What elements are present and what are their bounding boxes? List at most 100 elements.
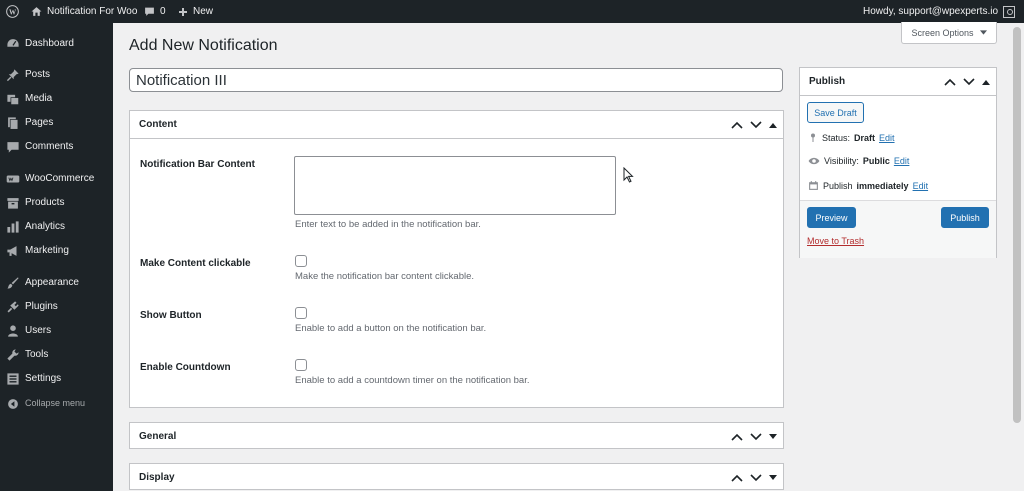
- sidebar-item-label: Marketing: [25, 245, 69, 256]
- scrollbar-thumb[interactable]: [1013, 27, 1021, 423]
- content-metabox-title: Content: [139, 119, 177, 130]
- sidebar-item-woocommerce[interactable]: WooCommerce: [0, 168, 113, 190]
- enable-countdown-description: Enable to add a countdown timer on the n…: [295, 375, 530, 386]
- edit-visibility-link[interactable]: Edit: [894, 156, 910, 166]
- chevron-down-icon[interactable]: [750, 432, 762, 441]
- sidebar-item-label: WooCommerce: [25, 173, 95, 184]
- plugin-icon: [7, 301, 19, 313]
- general-metabox-controls: [731, 423, 777, 450]
- wrench-icon: [7, 349, 19, 361]
- page-scrollbar[interactable]: [1011, 23, 1024, 491]
- chevron-down-icon[interactable]: [750, 473, 762, 482]
- mouse-cursor-icon: [623, 167, 634, 183]
- sidebar-item-label: Posts: [25, 69, 51, 80]
- chevron-up-icon[interactable]: [944, 78, 956, 86]
- collapse-menu-label: Collapse menu: [25, 398, 86, 408]
- sidebar-item-label: Tools: [25, 349, 49, 360]
- preview-button[interactable]: Preview: [807, 207, 856, 228]
- wordpress-logo-icon[interactable]: W: [6, 0, 19, 23]
- megaphone-icon: [7, 246, 17, 256]
- sidebar-item-label: Comments: [25, 141, 74, 152]
- comment-icon: [145, 7, 154, 16]
- avatar: [1003, 5, 1016, 18]
- sidebar-item-label: Plugins: [25, 301, 58, 312]
- howdy-text: Howdy, support@wpexperts.io: [863, 6, 999, 17]
- visibility-value: Public: [862, 156, 890, 166]
- chevron-up-icon[interactable]: [731, 121, 743, 129]
- make-content-clickable-checkbox[interactable]: [295, 255, 307, 267]
- publish-metabox: Publish Save Draft Status: Draft Edit Vi…: [799, 67, 997, 258]
- admin-bar: W Notification For Woo 0 New Howdy, supp…: [0, 0, 1024, 23]
- expand-toggle-icon[interactable]: [769, 474, 777, 481]
- chevron-up-icon[interactable]: [731, 474, 743, 482]
- archive-icon: [7, 198, 19, 209]
- collapse-toggle-icon[interactable]: [769, 122, 777, 128]
- edit-publish-date-link[interactable]: Edit: [913, 181, 929, 191]
- my-account-link[interactable]: Howdy, support@wpexperts.io: [863, 0, 1016, 23]
- sidebar-item-comments[interactable]: Comments: [0, 136, 113, 158]
- screen-options-label: Screen Options: [911, 27, 974, 38]
- notification-bar-content-textarea[interactable]: [294, 156, 616, 215]
- display-metabox-title: Display: [139, 472, 175, 483]
- chevron-down-icon[interactable]: [750, 120, 762, 129]
- show-button-description: Enable to add a button on the notificati…: [295, 323, 487, 334]
- svg-text:W: W: [9, 8, 17, 16]
- notification-bar-content-description: Enter text to be added in the notificati…: [295, 219, 481, 230]
- eye-icon: [808, 157, 820, 165]
- sidebar-item-products[interactable]: Products: [0, 192, 113, 214]
- edit-status-link[interactable]: Edit: [879, 133, 895, 143]
- collapse-toggle-icon[interactable]: [982, 79, 990, 85]
- caret-down-icon: [979, 30, 987, 35]
- post-status-row: Status: Draft Edit: [808, 132, 895, 143]
- new-label: New: [193, 6, 214, 17]
- sidebar-item-dashboard[interactable]: Dashboard: [0, 33, 113, 55]
- pin-icon: [6, 69, 19, 82]
- sidebar-item-media[interactable]: Media: [0, 88, 113, 110]
- enable-countdown-checkbox[interactable]: [295, 359, 307, 371]
- move-to-trash-link[interactable]: Move to Trash: [807, 236, 864, 246]
- site-name: Notification For Woo: [47, 6, 138, 17]
- sidebar-item-label: Users: [25, 325, 52, 336]
- sidebar-item-marketing[interactable]: Marketing: [0, 240, 113, 262]
- publish-button[interactable]: Publish: [941, 207, 989, 228]
- save-draft-button[interactable]: Save Draft: [807, 102, 864, 123]
- sidebar-item-posts[interactable]: Posts: [0, 64, 113, 86]
- general-metabox: General: [129, 422, 784, 449]
- pages-icon: [8, 117, 19, 130]
- publish-date-label: Publish: [823, 180, 853, 191]
- page-title: Add New Notification: [129, 37, 278, 54]
- sidebar-item-label: Appearance: [25, 277, 79, 288]
- display-metabox-header[interactable]: Display: [130, 464, 783, 491]
- sidebar-item-label: Dashboard: [25, 38, 74, 49]
- screen-options-button[interactable]: Screen Options: [901, 22, 997, 44]
- content-metabox-header[interactable]: Content: [130, 111, 783, 139]
- collapse-menu-button[interactable]: Collapse menu: [0, 393, 113, 415]
- publish-metabox-controls: [944, 68, 990, 95]
- sidebar-item-settings[interactable]: Settings: [0, 368, 113, 390]
- sidebar-item-plugins[interactable]: Plugins: [0, 296, 113, 318]
- sidebar-item-label: Settings: [25, 373, 62, 384]
- sidebar-item-pages[interactable]: Pages: [0, 112, 113, 134]
- collapse-icon: [8, 399, 18, 409]
- visibility-label: Visibility:: [824, 156, 859, 166]
- site-name-link[interactable]: Notification For Woo: [31, 0, 137, 23]
- new-content-link[interactable]: New: [178, 0, 213, 23]
- chevron-up-icon[interactable]: [731, 433, 743, 441]
- comments-link[interactable]: 0: [144, 0, 166, 23]
- post-title-input[interactable]: Notification III: [129, 68, 783, 92]
- general-metabox-title: General: [139, 431, 177, 442]
- enable-countdown-label: Enable Countdown: [140, 362, 231, 373]
- media-icon: [7, 94, 19, 105]
- sidebar-item-tools[interactable]: Tools: [0, 344, 113, 366]
- sidebar-item-users[interactable]: Users: [0, 320, 113, 342]
- chevron-down-icon[interactable]: [963, 77, 975, 86]
- show-button-checkbox[interactable]: [295, 307, 307, 319]
- sidebar-item-analytics[interactable]: Analytics: [0, 216, 113, 238]
- sidebar-item-label: Pages: [25, 117, 54, 128]
- sidebar-item-appearance[interactable]: Appearance: [0, 272, 113, 294]
- home-icon: [31, 7, 42, 16]
- expand-toggle-icon[interactable]: [769, 433, 777, 440]
- display-metabox: Display: [129, 463, 784, 490]
- general-metabox-header[interactable]: General: [130, 423, 783, 450]
- notification-bar-content-label: Notification Bar Content: [140, 159, 255, 170]
